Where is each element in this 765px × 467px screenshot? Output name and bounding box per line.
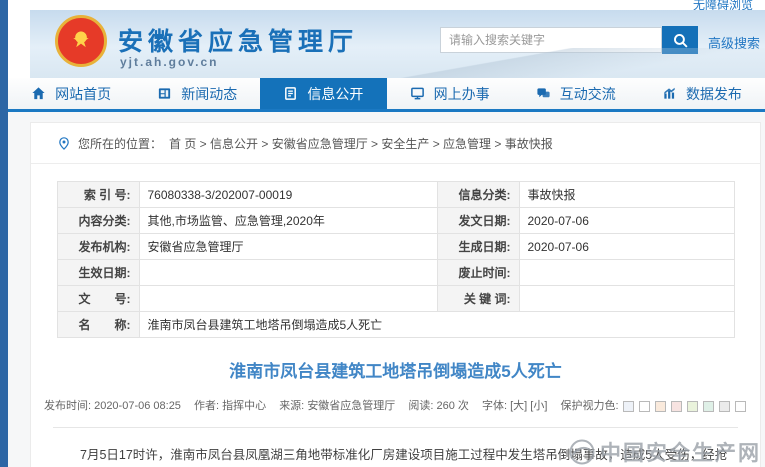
- table-row: 名 称: 淮南市凤台县建筑工地塔吊倒塌造成5人死亡: [57, 312, 734, 338]
- info-label-repeal-date: 废止时间:: [437, 260, 519, 286]
- nav-item-home[interactable]: 网站首页: [8, 78, 134, 109]
- eye-protect-color-swatch[interactable]: [671, 401, 682, 412]
- font-size-label: 字体:: [482, 400, 507, 412]
- document-icon: [283, 86, 298, 101]
- nav-item-label: 数据发布: [686, 84, 742, 104]
- nav-item-info-disclosure[interactable]: 信息公开: [260, 78, 386, 109]
- eye-protect-color-swatch[interactable]: [623, 401, 634, 412]
- site-title: 安徽省应急管理厅: [118, 22, 358, 58]
- main-nav: 网站首页 新闻动态 信息公开: [8, 78, 765, 112]
- breadcrumb: 您所在的位置： 首 页 > 信息公开 > 安徽省应急管理厅 > 安全生产 > 应…: [31, 123, 760, 164]
- nav-item-label: 网上办事: [434, 84, 490, 104]
- content-panel: 您所在的位置： 首 页 > 信息公开 > 安徽省应急管理厅 > 安全生产 > 应…: [30, 122, 761, 467]
- info-value-keywords: [519, 286, 734, 312]
- info-label-keywords: 关 键 词:: [437, 286, 519, 312]
- info-label-issue-date: 发文日期:: [437, 208, 519, 234]
- home-icon: [31, 86, 46, 101]
- table-row: 生效日期: 废止时间:: [57, 260, 734, 286]
- eye-protect-label: 保护视力色:: [560, 400, 618, 412]
- nav-item-label: 信息公开: [307, 84, 363, 104]
- info-label-name: 名 称:: [57, 312, 139, 338]
- site-url: yjt.ah.gov.cn: [120, 55, 218, 69]
- divider: [53, 427, 738, 428]
- article-body: 7月5日17时许，淮南市凤台县凤凰湖三角地带标准化厂房建设项目施工过程中发生塔吊…: [55, 445, 736, 467]
- left-edge-strip: [0, 0, 8, 467]
- info-label-info-category: 信息分类:: [437, 182, 519, 208]
- location-pin-icon: [57, 136, 71, 151]
- search-input[interactable]: [440, 27, 662, 53]
- info-label-effective-date: 生效日期:: [57, 260, 139, 286]
- info-value-name: 淮南市凤台县建筑工地塔吊倒塌造成5人死亡: [139, 312, 734, 338]
- info-value-repeal-date: [519, 260, 734, 286]
- info-value-agency: 安徽省应急管理厅: [139, 234, 437, 260]
- info-value-doc-number: [139, 286, 437, 312]
- publish-time-label: 发布时间:: [44, 400, 91, 412]
- views-value: 260 次: [437, 400, 469, 412]
- source-value: 安徽省应急管理厅: [307, 400, 395, 412]
- nav-item-label: 新闻动态: [181, 84, 237, 104]
- info-label-doc-number: 文 号:: [57, 286, 139, 312]
- author-value: 指挥中心: [222, 400, 266, 412]
- info-value-info-category: 事故快报: [519, 182, 734, 208]
- search-icon: [672, 32, 689, 49]
- info-label-agency: 发布机构:: [57, 234, 139, 260]
- font-size-large-button[interactable]: [大]: [510, 400, 527, 412]
- info-label-content-category: 内容分类:: [57, 208, 139, 234]
- views-label: 阅读:: [408, 400, 433, 412]
- info-value-index-no: 76080338-3/202007-00019: [139, 182, 437, 208]
- info-value-content-category: 其他,市场监管、应急管理,2020年: [139, 208, 437, 234]
- table-row: 索 引 号: 76080338-3/202007-00019 信息分类: 事故快…: [57, 182, 734, 208]
- font-size-small-button[interactable]: [小]: [530, 400, 547, 412]
- nav-item-data-release[interactable]: 数据发布: [639, 78, 765, 109]
- news-icon: [157, 86, 172, 101]
- nav-item-news[interactable]: 新闻动态: [134, 78, 260, 109]
- national-emblem-logo: ★: [55, 15, 107, 67]
- article-meta: 发布时间: 2020-07-06 08:25 作者: 指挥中心 来源: 安徽省应…: [31, 397, 760, 413]
- site-header: 无障碍浏览 ★ 安徽省应急管理厅 yjt.ah.gov.cn 高级搜索: [8, 0, 765, 78]
- eye-protect-color-swatch[interactable]: [687, 401, 698, 412]
- nav-item-label: 互动交流: [560, 84, 616, 104]
- table-row: 内容分类: 其他,市场监管、应急管理,2020年 发文日期: 2020-07-0…: [57, 208, 734, 234]
- page: 无障碍浏览 ★ 安徽省应急管理厅 yjt.ah.gov.cn 高级搜索 网站首页: [0, 0, 765, 467]
- nav-item-label: 网站首页: [55, 84, 111, 104]
- info-label-generate-date: 生成日期:: [437, 234, 519, 260]
- document-info-table: 索 引 号: 76080338-3/202007-00019 信息分类: 事故快…: [57, 181, 735, 338]
- nav-item-interaction[interactable]: 互动交流: [513, 78, 639, 109]
- publish-time-value: 2020-07-06 08:25: [94, 400, 181, 412]
- eye-protect-color-swatch[interactable]: [639, 401, 650, 412]
- info-value-generate-date: 2020-07-06: [519, 234, 734, 260]
- article-title: 淮南市凤台县建筑工地塔吊倒塌造成5人死亡: [31, 357, 760, 382]
- source-label: 来源:: [279, 400, 304, 412]
- nav-item-online-services[interactable]: 网上办事: [387, 78, 513, 109]
- eye-protect-color-swatch[interactable]: [735, 401, 746, 412]
- info-value-effective-date: [139, 260, 437, 286]
- search-button[interactable]: [662, 26, 698, 54]
- breadcrumb-path[interactable]: 首 页 > 信息公开 > 安徽省应急管理厅 > 安全生产 > 应急管理 > 事故…: [169, 135, 553, 152]
- breadcrumb-prefix: 您所在的位置：: [78, 135, 162, 152]
- chart-icon: [662, 86, 677, 101]
- info-value-issue-date: 2020-07-06: [519, 208, 734, 234]
- table-row: 发布机构: 安徽省应急管理厅 生成日期: 2020-07-06: [57, 234, 734, 260]
- eye-protect-color-swatch[interactable]: [655, 401, 666, 412]
- eye-protect-color-swatch[interactable]: [719, 401, 730, 412]
- chat-icon: [536, 86, 551, 101]
- advanced-search-link[interactable]: 高级搜索: [708, 33, 760, 52]
- eye-protect-color-swatch[interactable]: [703, 401, 714, 412]
- author-label: 作者:: [194, 400, 219, 412]
- info-label-index-no: 索 引 号:: [57, 182, 139, 208]
- header-banner: ★ 安徽省应急管理厅 yjt.ah.gov.cn 高级搜索: [30, 10, 765, 78]
- monitor-icon: [410, 86, 425, 101]
- emblem-star-icon: ★: [72, 31, 90, 51]
- table-row: 文 号: 关 键 词:: [57, 286, 734, 312]
